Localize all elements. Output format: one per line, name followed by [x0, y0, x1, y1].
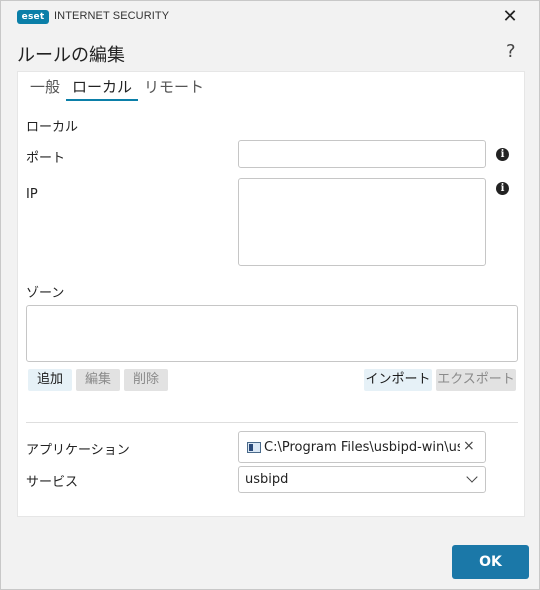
port-info-icon[interactable]: i [496, 148, 509, 161]
ok-button[interactable]: OK [452, 545, 529, 579]
zone-label: ゾーン [26, 286, 65, 301]
help-icon[interactable]: ? [506, 41, 516, 62]
export-button[interactable]: エクスポート [436, 369, 516, 391]
add-button[interactable]: 追加 [28, 369, 72, 391]
port-label: ポート [26, 151, 66, 166]
section-title-local: ローカル [26, 120, 79, 135]
clear-icon[interactable]: × [463, 438, 475, 454]
service-value: usbipd [245, 472, 289, 487]
edit-button[interactable]: 編集 [76, 369, 120, 391]
divider [26, 422, 518, 423]
dialog-title: ルールの編集 [17, 45, 125, 66]
tab-general[interactable]: 一般 [26, 77, 64, 101]
delete-button[interactable]: 削除 [124, 369, 168, 391]
tab-remote[interactable]: リモート [140, 77, 208, 101]
ip-label: IP [26, 187, 38, 202]
content-panel: 一般 ローカル リモート ローカル ポート i IP i ゾーン 追加 編集 削… [17, 71, 525, 517]
application-file-icon [247, 442, 261, 453]
tab-local[interactable]: ローカル [66, 77, 139, 101]
ip-info-icon[interactable]: i [496, 182, 509, 195]
application-label: アプリケーション [26, 443, 130, 458]
port-input[interactable] [238, 140, 486, 168]
tab-bar: 一般 ローカル リモート [26, 77, 210, 103]
eset-logo: eset [17, 10, 49, 24]
application-path: C:\Program Files\usbipd-win\usb [264, 440, 460, 455]
close-icon[interactable]: ✕ [499, 6, 521, 28]
application-field[interactable]: C:\Program Files\usbipd-win\usb × [238, 431, 486, 463]
product-name: INTERNET SECURITY [54, 10, 170, 22]
service-label: サービス [26, 475, 79, 490]
dialog-window: eset INTERNET SECURITY ✕ ルールの編集 ? 一般 ローカ… [0, 0, 540, 590]
ip-textarea[interactable] [238, 178, 486, 266]
import-button[interactable]: インポート [364, 369, 432, 391]
service-select[interactable]: usbipd [238, 466, 486, 493]
title-bar: eset INTERNET SECURITY ✕ [1, 1, 539, 33]
zone-list[interactable] [26, 305, 518, 362]
chevron-down-icon [466, 471, 478, 483]
